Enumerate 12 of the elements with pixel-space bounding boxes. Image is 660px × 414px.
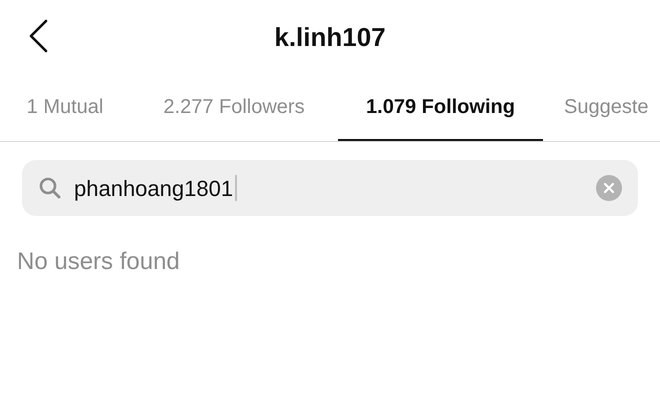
empty-message: No users found [17,248,180,275]
tab[interactable]: 1 Mutual [0,74,130,141]
tab[interactable]: Suggeste [543,74,660,141]
back-icon [28,19,48,53]
tab[interactable]: 2.277 Followers [130,74,338,141]
search-value: phanhoang1801 [74,174,234,203]
profile-title: k.linh107 [274,20,386,54]
text-cursor [235,175,238,201]
clear-icon [603,182,615,194]
search-icon [38,176,62,200]
tab[interactable]: 1.079 Following [338,74,543,141]
search-field[interactable]: phanhoang1801 [22,160,638,216]
